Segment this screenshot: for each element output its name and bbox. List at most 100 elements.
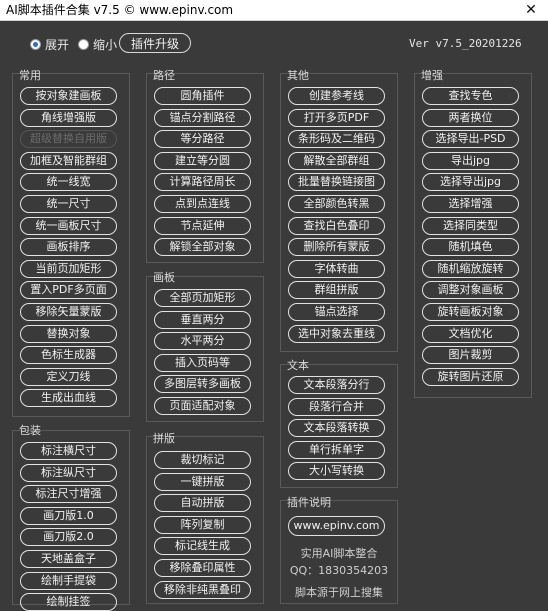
path-button-4[interactable]: 建立等分圆 [154, 152, 251, 170]
common-button-3[interactable]: 超级替换自用版 [20, 130, 117, 148]
group-title-common: 常用 [19, 69, 41, 82]
common-button-5[interactable]: 统一线宽 [20, 173, 117, 191]
common-button-8[interactable]: 画板排序 [20, 238, 117, 256]
enhance-button-1[interactable]: 查找专色 [422, 87, 519, 105]
other-button-7[interactable]: 查找白色叠印 [288, 217, 385, 235]
group-title-other: 其他 [287, 69, 309, 82]
expand-label: 展开 [45, 37, 70, 52]
package-button-1[interactable]: 标注横尺寸 [20, 442, 117, 460]
enhance-button-14[interactable]: 旋转图片还原 [422, 368, 519, 386]
path-button-7[interactable]: 节点延伸 [154, 217, 251, 235]
path-button-8[interactable]: 解锁全部对象 [154, 238, 251, 256]
group-title-enhance: 增强 [421, 69, 443, 82]
package-button-7[interactable]: 绘制手提袋 [20, 572, 117, 590]
common-button-2[interactable]: 角线增强版 [20, 109, 117, 127]
info-qq-line: QQ：1830354203 [289, 564, 389, 577]
window-title: AI脚本插件合集 v7.5 © www.epinv.com [6, 3, 234, 17]
imposition-button-2[interactable]: 一键拼版 [154, 473, 251, 491]
enhance-button-3[interactable]: 选择导出-PSD [422, 130, 519, 148]
imposition-button-3[interactable]: 自动拼版 [154, 494, 251, 512]
group-title-imposition: 拼版 [153, 432, 175, 445]
enhance-button-13[interactable]: 图片裁剪 [422, 346, 519, 364]
expand-radio[interactable]: 展开 [30, 36, 69, 52]
imposition-button-1[interactable]: 裁切标记 [154, 451, 251, 469]
group-title-package: 包装 [19, 424, 41, 437]
enhance-button-8[interactable]: 随机填色 [422, 238, 519, 256]
text-button-3[interactable]: 文本段落转换 [288, 419, 385, 437]
path-button-5[interactable]: 计算路径周长 [154, 173, 251, 191]
title-bar: AI脚本插件合集 v7.5 © www.epinv.com ✕ [0, 0, 548, 21]
collapse-label: 缩小 [93, 37, 118, 52]
common-button-11[interactable]: 移除矢量蒙版 [20, 303, 117, 321]
other-button-5[interactable]: 批量替换链接图 [288, 173, 385, 191]
common-button-6[interactable]: 统一尺寸 [20, 195, 117, 213]
common-button-9[interactable]: 当前页加矩形 [20, 260, 117, 278]
imposition-button-5[interactable]: 标记线生成 [154, 537, 251, 555]
upgrade-button[interactable]: 插件升级 [119, 33, 191, 53]
enhance-button-7[interactable]: 选择同类型 [422, 217, 519, 235]
other-button-2[interactable]: 打开多页PDF [288, 109, 385, 127]
common-button-10[interactable]: 置入PDF多页面 [20, 281, 117, 299]
other-button-8[interactable]: 删除所有蒙版 [288, 238, 385, 256]
other-button-6[interactable]: 全部颜色转黑 [288, 195, 385, 213]
artboard-button-1[interactable]: 全部页加矩形 [154, 289, 251, 307]
package-button-8[interactable]: 绘制挂签 [20, 593, 117, 611]
path-button-1[interactable]: 圆角插件 [154, 87, 251, 105]
imposition-button-7[interactable]: 移除非纯黑叠印 [154, 581, 251, 599]
common-button-7[interactable]: 统一画板尺寸 [20, 217, 117, 235]
collapse-radio[interactable]: 缩小 [78, 36, 117, 52]
enhance-button-2[interactable]: 两者换位 [422, 109, 519, 127]
group-title-text: 文本 [287, 359, 309, 372]
enhance-button-6[interactable]: 选择增强 [422, 195, 519, 213]
artboard-button-6[interactable]: 页面适配对象 [154, 397, 251, 415]
text-button-1[interactable]: 文本段落分行 [288, 376, 385, 394]
enhance-button-12[interactable]: 文档优化 [422, 325, 519, 343]
radio-checked-icon [30, 38, 41, 50]
other-button-1[interactable]: 创建参考线 [288, 87, 385, 105]
enhance-button-10[interactable]: 调整对象画板 [422, 281, 519, 299]
imposition-button-4[interactable]: 阵列复制 [154, 516, 251, 534]
other-button-4[interactable]: 解散全部群组 [288, 152, 385, 170]
common-button-13[interactable]: 色标生成器 [20, 346, 117, 364]
other-button-11[interactable]: 锚点选择 [288, 303, 385, 321]
other-button-9[interactable]: 字体转曲 [288, 260, 385, 278]
info-line-3: 脚本源于网上搜集 [295, 586, 383, 599]
package-button-5[interactable]: 画刀版2.0 [20, 528, 117, 546]
text-button-5[interactable]: 大小写转换 [288, 462, 385, 480]
path-button-6[interactable]: 点到点连线 [154, 195, 251, 213]
package-button-6[interactable]: 天地盖盒子 [20, 550, 117, 568]
path-button-2[interactable]: 锚点分割路径 [154, 109, 251, 127]
group-title-path: 路径 [153, 69, 175, 82]
enhance-button-4[interactable]: 导出jpg [422, 152, 519, 170]
group-title-artboard: 画板 [153, 271, 175, 284]
package-button-3[interactable]: 标注尺寸增强 [20, 485, 117, 503]
version-label: Ver v7.5_20201226 [409, 37, 522, 50]
package-button-4[interactable]: 画刀版1.0 [20, 507, 117, 525]
enhance-button-9[interactable]: 随机缩放旋转 [422, 260, 519, 278]
imposition-button-6[interactable]: 移除叠印属性 [154, 559, 251, 577]
group-title-plugin-info: 插件说明 [287, 496, 331, 509]
enhance-button-11[interactable]: 旋转画板对象 [422, 303, 519, 321]
other-button-12[interactable]: 选中对象去重线 [288, 325, 385, 343]
close-icon[interactable]: ✕ [514, 0, 548, 20]
common-button-4[interactable]: 加框及智能群组 [20, 152, 117, 170]
package-button-2[interactable]: 标注纵尺寸 [20, 464, 117, 482]
toolbar: 展开 缩小 插件升级 Ver v7.5_20201226 [0, 32, 548, 56]
info-line-1: 实用AI脚本整合 [300, 547, 378, 560]
radio-unchecked-icon [78, 38, 89, 50]
enhance-button-5[interactable]: 选择导出jpg [422, 173, 519, 191]
other-button-3[interactable]: 条形码及二维码 [288, 130, 385, 148]
other-button-10[interactable]: 群组拼版 [288, 281, 385, 299]
common-button-15[interactable]: 生成出血线 [20, 389, 117, 407]
common-button-1[interactable]: 按对象建画板 [20, 87, 117, 105]
artboard-button-5[interactable]: 多图层转多画板 [154, 375, 251, 393]
artboard-button-2[interactable]: 垂直两分 [154, 311, 251, 329]
path-button-3[interactable]: 等分路径 [154, 130, 251, 148]
artboard-button-3[interactable]: 水平两分 [154, 332, 251, 350]
common-button-14[interactable]: 定义刀线 [20, 368, 117, 386]
text-button-2[interactable]: 段落行合并 [288, 398, 385, 416]
text-button-4[interactable]: 单行拆单字 [288, 441, 385, 459]
artboard-button-4[interactable]: 插入页码等 [154, 354, 251, 372]
common-button-12[interactable]: 替换对象 [20, 325, 117, 343]
website-button[interactable]: www.epinv.com [288, 516, 385, 536]
